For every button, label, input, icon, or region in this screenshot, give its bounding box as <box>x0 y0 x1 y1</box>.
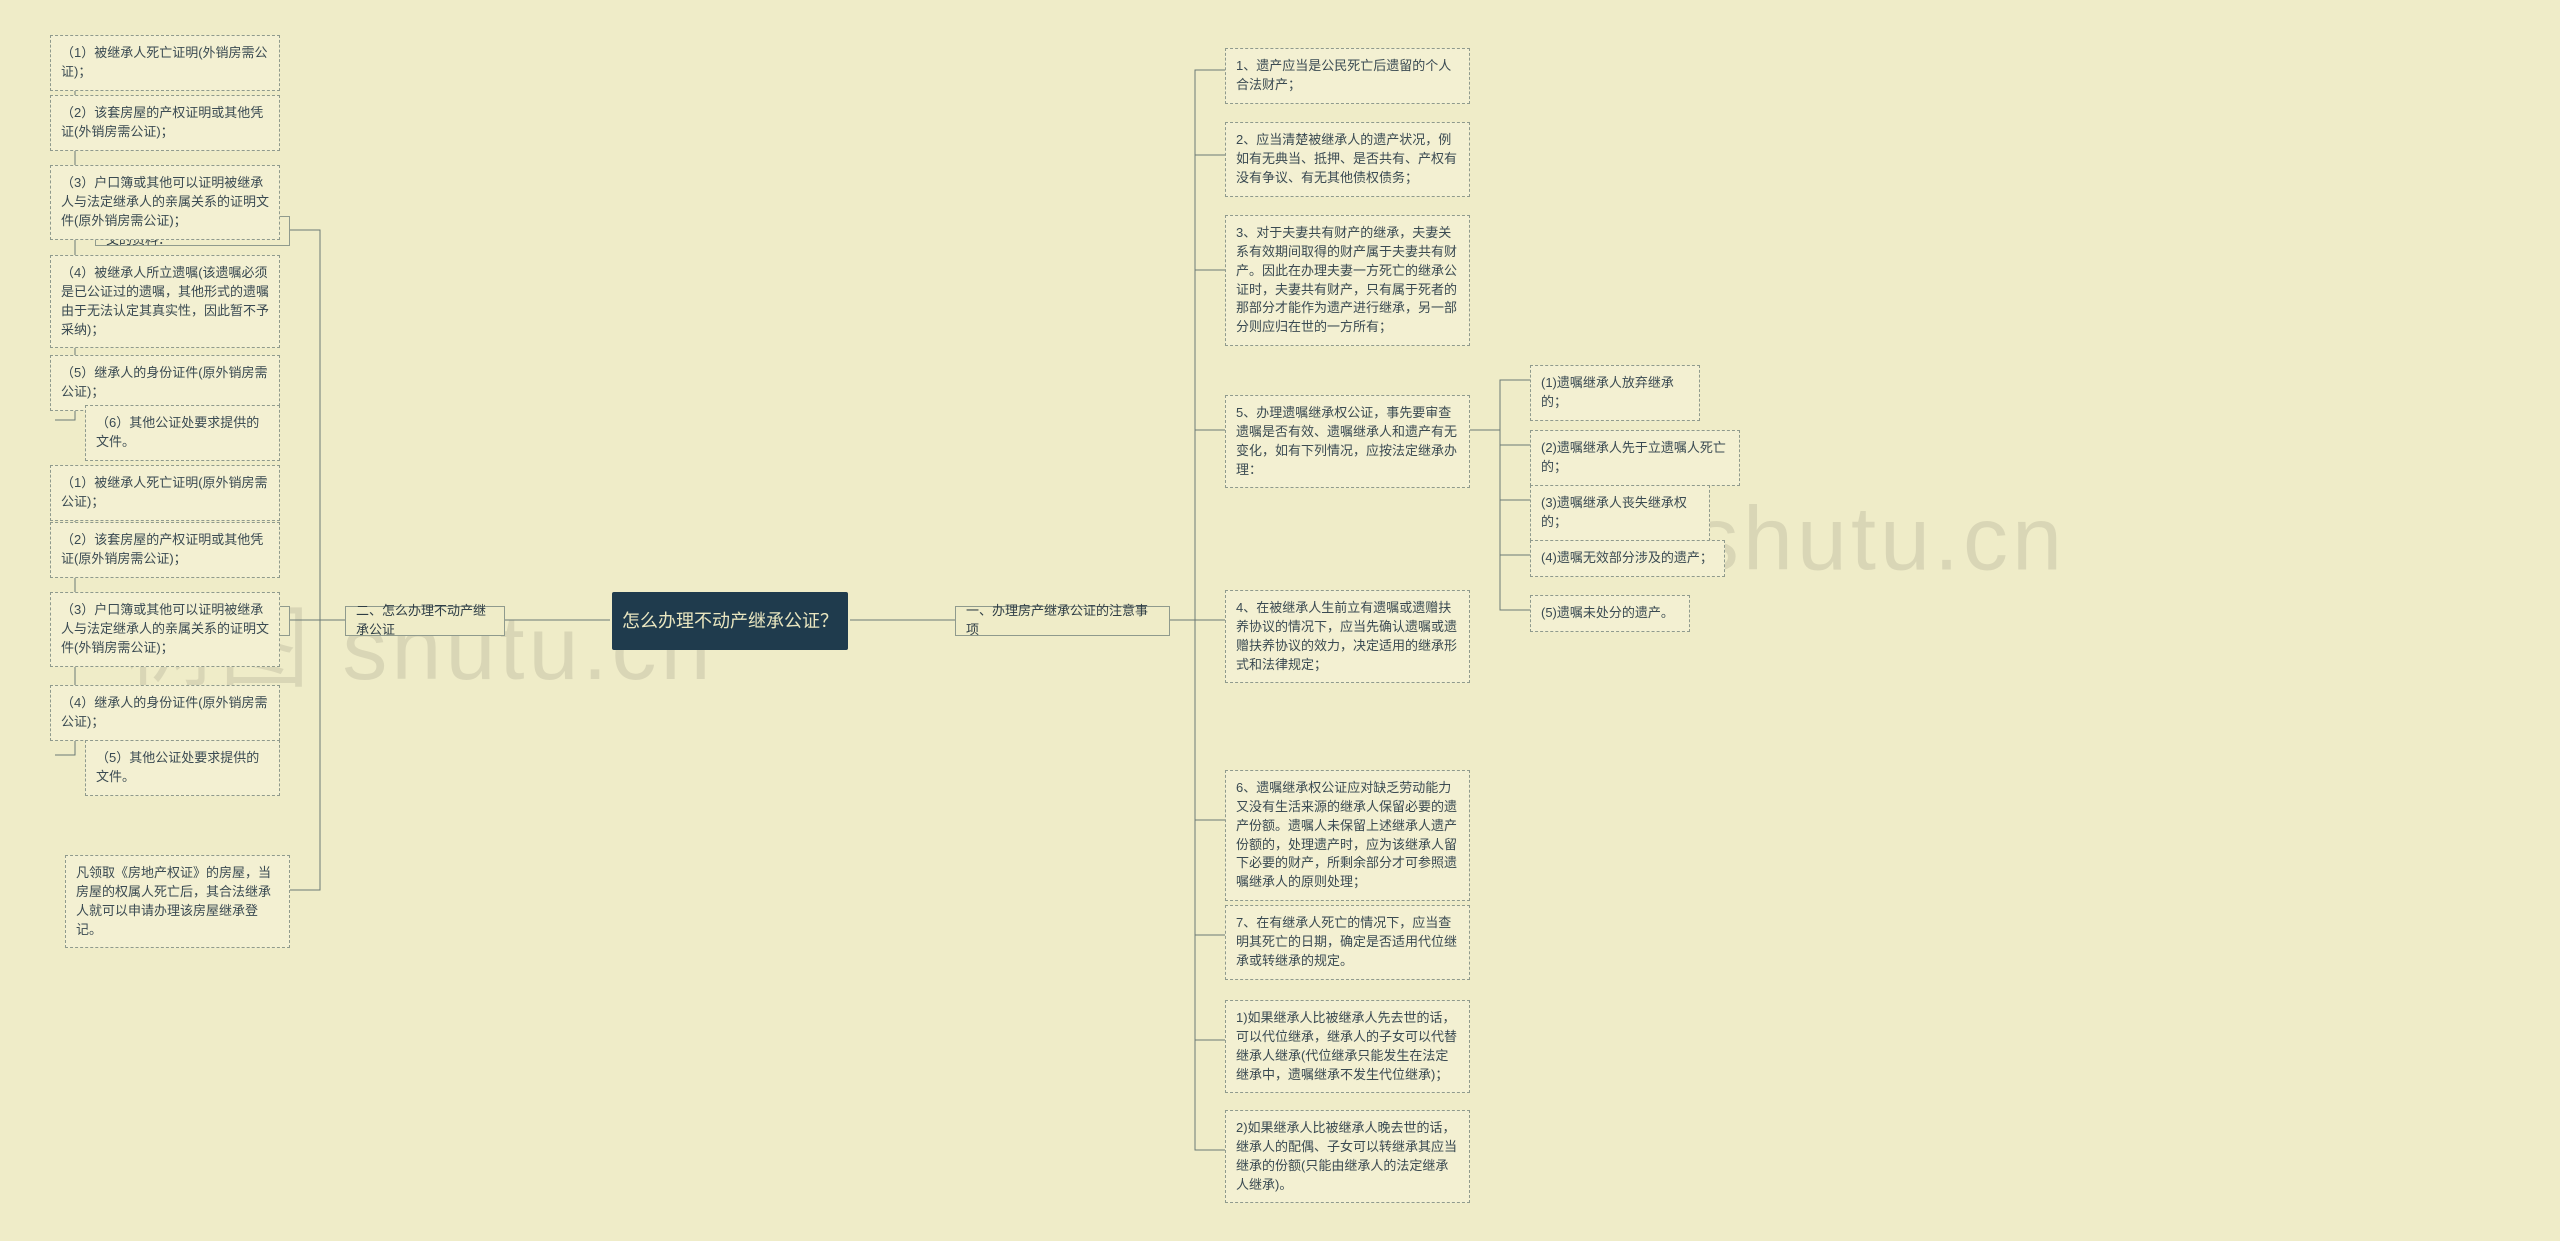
r1-item-1[interactable]: 1、遗产应当是公民死亡后遗留的个人合法财产； <box>1225 48 1470 104</box>
r1-item-7[interactable]: 7、在有继承人死亡的情况下，应当查明其死亡的日期，确定是否适用代位继承或转继承的… <box>1225 905 1470 980</box>
ga-3[interactable]: （3）户口簿或其他可以证明被继承人与法定继承人的亲属关系的证明文件(原外销房需公… <box>50 165 280 240</box>
l2-note[interactable]: 凡领取《房地产权证》的房屋，当房屋的权属人死亡后，其合法继承人就可以申请办理该房… <box>65 855 290 948</box>
ga-5[interactable]: （5）继承人的身份证件(原外销房需公证)； <box>50 355 280 411</box>
branch-left-2[interactable]: 二、怎么办理不动产继承公证 <box>345 606 505 636</box>
ga-1[interactable]: （1）被继承人死亡证明(外销房需公证)； <box>50 35 280 91</box>
root-title: 怎么办理不动产继承公证？ <box>622 608 838 634</box>
r1-item-3[interactable]: 3、对于夫妻共有财产的继承，夫妻关系有效期间取得的财产属于夫妻共有财产。因此在办… <box>1225 215 1470 346</box>
branch-label: 一、办理房产继承公证的注意事项 <box>966 602 1159 640</box>
root-node[interactable]: 怎么办理不动产继承公证？ <box>612 592 848 650</box>
branch-right-1[interactable]: 一、办理房产继承公证的注意事项 <box>955 606 1170 636</box>
watermark: shutu.cn <box>1694 489 2066 592</box>
r1-item-8[interactable]: 1)如果继承人比被继承人先去世的话，可以代位继承，继承人的子女可以代替继承人继承… <box>1225 1000 1470 1093</box>
gb-2[interactable]: （2）该套房屋的产权证明或其他凭证(原外销房需公证)； <box>50 522 280 578</box>
gb-5[interactable]: （5）其他公证处要求提供的文件。 <box>85 740 280 796</box>
ga-4[interactable]: （4）被继承人所立遗嘱(该遗嘱必须是已公证过的遗嘱，其他形式的遗嘱由于无法认定其… <box>50 255 280 348</box>
r1-item-5[interactable]: 5、办理遗嘱继承权公证，事先要审查遗嘱是否有效、遗嘱继承人和遗产有无变化，如有下… <box>1225 395 1470 488</box>
gb-4[interactable]: （4）继承人的身份证件(原外销房需公证)； <box>50 685 280 741</box>
gb-1[interactable]: （1）被继承人死亡证明(原外销房需公证)； <box>50 465 280 521</box>
r1-item-5-sub2[interactable]: (2)遗嘱继承人先于立遗嘱人死亡的； <box>1530 430 1740 486</box>
r1-item-5-sub1[interactable]: (1)遗嘱继承人放弃继承的； <box>1530 365 1700 421</box>
ga-2[interactable]: （2）该套房屋的产权证明或其他凭证(外销房需公证)； <box>50 95 280 151</box>
r1-item-5-sub3[interactable]: (3)遗嘱继承人丧失继承权的； <box>1530 485 1710 541</box>
r1-item-4[interactable]: 4、在被继承人生前立有遗嘱或遗赠扶养协议的情况下，应当先确认遗嘱或遗赠扶养协议的… <box>1225 590 1470 683</box>
gb-3[interactable]: （3）户口簿或其他可以证明被继承人与法定继承人的亲属关系的证明文件(外销房需公证… <box>50 592 280 667</box>
r1-item-2[interactable]: 2、应当清楚被继承人的遗产状况，例如有无典当、抵押、是否共有、产权有没有争议、有… <box>1225 122 1470 197</box>
r1-item-9[interactable]: 2)如果继承人比被继承人晚去世的话，继承人的配偶、子女可以转继承其应当继承的份额… <box>1225 1110 1470 1203</box>
ga-6[interactable]: （6）其他公证处要求提供的文件。 <box>85 405 280 461</box>
r1-item-5-sub5[interactable]: (5)遗嘱未处分的遗产。 <box>1530 595 1690 632</box>
branch-label: 二、怎么办理不动产继承公证 <box>356 602 494 640</box>
r1-item-6[interactable]: 6、遗嘱继承权公证应对缺乏劳动能力又没有生活来源的继承人保留必要的遗产份额。遗嘱… <box>1225 770 1470 901</box>
r1-item-5-sub4[interactable]: (4)遗嘱无效部分涉及的遗产； <box>1530 540 1725 577</box>
